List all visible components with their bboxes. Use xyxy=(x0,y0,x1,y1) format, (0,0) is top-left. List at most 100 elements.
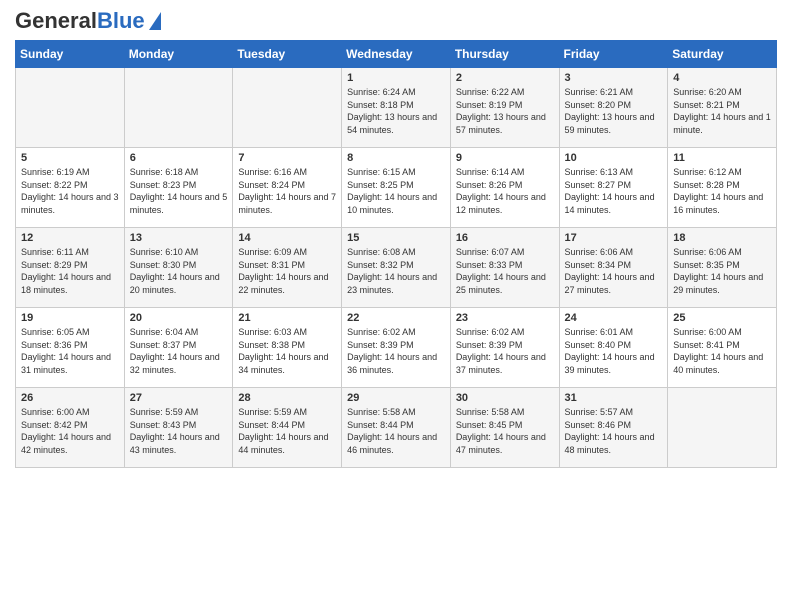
calendar-cell: 7Sunrise: 6:16 AMSunset: 8:24 PMDaylight… xyxy=(233,148,342,228)
calendar-cell: 10 Sunrise: 6:13 AMSunset: 8:27 PMDayligh… xyxy=(559,148,668,228)
week-row-3: 12 Sunrise: 6:11 AMSunset: 8:29 PMDayligh… xyxy=(16,228,777,308)
header-sunday: Sunday xyxy=(16,41,125,68)
day-info: Sunrise: 6:14 AMSunset: 8:26 PMDaylight:… xyxy=(456,166,554,216)
calendar-cell: 26 Sunrise: 6:00 AMSunset: 8:42 PMDayligh… xyxy=(16,388,125,468)
calendar-cell: 9 Sunrise: 6:14 AMSunset: 8:26 PMDaylight… xyxy=(450,148,559,228)
day-info: Sunrise: 6:24 AMSunset: 8:18 PMDaylight:… xyxy=(347,86,445,136)
day-info: Sunrise: 6:11 AMSunset: 8:29 PMDaylight:… xyxy=(21,246,119,296)
calendar-cell: 29Sunrise: 5:58 AMSunset: 8:44 PMDayligh… xyxy=(342,388,451,468)
calendar-cell: 21 Sunrise: 6:03 AMSunset: 8:38 PMDayligh… xyxy=(233,308,342,388)
day-info: Sunrise: 6:00 AMSunset: 8:42 PMDaylight:… xyxy=(21,406,119,456)
week-row-1: 1 Sunrise: 6:24 AMSunset: 8:18 PMDaylight… xyxy=(16,68,777,148)
calendar-cell: 31 Sunrise: 5:57 AMSunset: 8:46 PMDayligh… xyxy=(559,388,668,468)
day-info: Sunrise: 6:19 AMSunset: 8:22 PMDaylight:… xyxy=(21,166,119,216)
day-number: 23 xyxy=(456,312,554,324)
calendar-cell: 28 Sunrise: 5:59 AMSunset: 8:44 PMDayligh… xyxy=(233,388,342,468)
day-number: 25 xyxy=(673,312,771,324)
week-row-5: 26 Sunrise: 6:00 AMSunset: 8:42 PMDayligh… xyxy=(16,388,777,468)
week-row-4: 19 Sunrise: 6:05 AMSunset: 8:36 PMDayligh… xyxy=(16,308,777,388)
day-info: Sunrise: 5:59 AMSunset: 8:43 PMDaylight:… xyxy=(130,406,228,456)
calendar-cell xyxy=(16,68,125,148)
calendar-cell: 2Sunrise: 6:22 AMSunset: 8:19 PMDaylight… xyxy=(450,68,559,148)
header: GeneralBlue xyxy=(15,10,777,32)
day-number: 10 xyxy=(565,152,663,164)
day-info: Sunrise: 6:08 AMSunset: 8:32 PMDaylight:… xyxy=(347,246,445,296)
day-number: 26 xyxy=(21,392,119,404)
day-number: 12 xyxy=(21,232,119,244)
day-info: Sunrise: 6:06 AMSunset: 8:34 PMDaylight:… xyxy=(565,246,663,296)
day-number: 14 xyxy=(238,232,336,244)
calendar-cell: 15Sunrise: 6:08 AMSunset: 8:32 PMDayligh… xyxy=(342,228,451,308)
logo-blue: Blue xyxy=(97,8,145,33)
calendar-cell: 19 Sunrise: 6:05 AMSunset: 8:36 PMDayligh… xyxy=(16,308,125,388)
day-number: 27 xyxy=(130,392,228,404)
header-friday: Friday xyxy=(559,41,668,68)
calendar-cell: 5 Sunrise: 6:19 AMSunset: 8:22 PMDaylight… xyxy=(16,148,125,228)
day-info: Sunrise: 5:58 AMSunset: 8:45 PMDaylight:… xyxy=(456,406,554,456)
day-info: Sunrise: 6:21 AMSunset: 8:20 PMDaylight:… xyxy=(565,86,663,136)
calendar-cell: 20Sunrise: 6:04 AMSunset: 8:37 PMDayligh… xyxy=(124,308,233,388)
calendar-table: SundayMondayTuesdayWednesdayThursdayFrid… xyxy=(15,40,777,468)
calendar-cell: 6 Sunrise: 6:18 AMSunset: 8:23 PMDaylight… xyxy=(124,148,233,228)
day-number: 11 xyxy=(673,152,771,164)
calendar-cell: 8 Sunrise: 6:15 AMSunset: 8:25 PMDaylight… xyxy=(342,148,451,228)
day-number: 21 xyxy=(238,312,336,324)
day-number: 2 xyxy=(456,72,554,84)
day-number: 9 xyxy=(456,152,554,164)
day-number: 31 xyxy=(565,392,663,404)
header-thursday: Thursday xyxy=(450,41,559,68)
day-number: 24 xyxy=(565,312,663,324)
calendar-cell: 23 Sunrise: 6:02 AMSunset: 8:39 PMDayligh… xyxy=(450,308,559,388)
day-info: Sunrise: 6:04 AMSunset: 8:37 PMDaylight:… xyxy=(130,326,228,376)
day-info: Sunrise: 5:57 AMSunset: 8:46 PMDaylight:… xyxy=(565,406,663,456)
day-info: Sunrise: 6:03 AMSunset: 8:38 PMDaylight:… xyxy=(238,326,336,376)
day-number: 5 xyxy=(21,152,119,164)
header-wednesday: Wednesday xyxy=(342,41,451,68)
day-number: 3 xyxy=(565,72,663,84)
calendar-cell: 3 Sunrise: 6:21 AMSunset: 8:20 PMDaylight… xyxy=(559,68,668,148)
week-row-2: 5 Sunrise: 6:19 AMSunset: 8:22 PMDaylight… xyxy=(16,148,777,228)
page: GeneralBlue SundayMondayTuesdayWednesday… xyxy=(0,0,792,612)
day-info: Sunrise: 6:10 AMSunset: 8:30 PMDaylight:… xyxy=(130,246,228,296)
day-number: 13 xyxy=(130,232,228,244)
day-number: 30 xyxy=(456,392,554,404)
day-number: 8 xyxy=(347,152,445,164)
calendar-cell: 22Sunrise: 6:02 AMSunset: 8:39 PMDayligh… xyxy=(342,308,451,388)
calendar-cell xyxy=(124,68,233,148)
calendar-cell: 27 Sunrise: 5:59 AMSunset: 8:43 PMDayligh… xyxy=(124,388,233,468)
day-info: Sunrise: 6:02 AMSunset: 8:39 PMDaylight:… xyxy=(456,326,554,376)
day-number: 4 xyxy=(673,72,771,84)
day-number: 18 xyxy=(673,232,771,244)
header-monday: Monday xyxy=(124,41,233,68)
header-saturday: Saturday xyxy=(668,41,777,68)
calendar-cell xyxy=(233,68,342,148)
day-number: 1 xyxy=(347,72,445,84)
header-tuesday: Tuesday xyxy=(233,41,342,68)
day-info: Sunrise: 6:20 AMSunset: 8:21 PMDaylight:… xyxy=(673,86,771,136)
logo-general: General xyxy=(15,8,97,33)
day-number: 22 xyxy=(347,312,445,324)
logo: GeneralBlue xyxy=(15,10,161,32)
day-number: 6 xyxy=(130,152,228,164)
day-info: Sunrise: 5:58 AMSunset: 8:44 PMDaylight:… xyxy=(347,406,445,456)
day-info: Sunrise: 6:18 AMSunset: 8:23 PMDaylight:… xyxy=(130,166,228,216)
calendar-cell: 14 Sunrise: 6:09 AMSunset: 8:31 PMDayligh… xyxy=(233,228,342,308)
calendar-cell: 30 Sunrise: 5:58 AMSunset: 8:45 PMDayligh… xyxy=(450,388,559,468)
day-info: Sunrise: 6:12 AMSunset: 8:28 PMDaylight:… xyxy=(673,166,771,216)
day-info: Sunrise: 6:13 AMSunset: 8:27 PMDaylight:… xyxy=(565,166,663,216)
day-info: Sunrise: 6:01 AMSunset: 8:40 PMDaylight:… xyxy=(565,326,663,376)
calendar-cell: 13 Sunrise: 6:10 AMSunset: 8:30 PMDayligh… xyxy=(124,228,233,308)
calendar-cell: 12 Sunrise: 6:11 AMSunset: 8:29 PMDayligh… xyxy=(16,228,125,308)
calendar-cell: 1 Sunrise: 6:24 AMSunset: 8:18 PMDaylight… xyxy=(342,68,451,148)
day-number: 17 xyxy=(565,232,663,244)
day-number: 7 xyxy=(238,152,336,164)
day-info: Sunrise: 6:05 AMSunset: 8:36 PMDaylight:… xyxy=(21,326,119,376)
day-number: 19 xyxy=(21,312,119,324)
day-number: 16 xyxy=(456,232,554,244)
day-number: 28 xyxy=(238,392,336,404)
calendar-cell xyxy=(668,388,777,468)
day-info: Sunrise: 6:07 AMSunset: 8:33 PMDaylight:… xyxy=(456,246,554,296)
day-info: Sunrise: 5:59 AMSunset: 8:44 PMDaylight:… xyxy=(238,406,336,456)
day-info: Sunrise: 6:15 AMSunset: 8:25 PMDaylight:… xyxy=(347,166,445,216)
day-info: Sunrise: 6:09 AMSunset: 8:31 PMDaylight:… xyxy=(238,246,336,296)
